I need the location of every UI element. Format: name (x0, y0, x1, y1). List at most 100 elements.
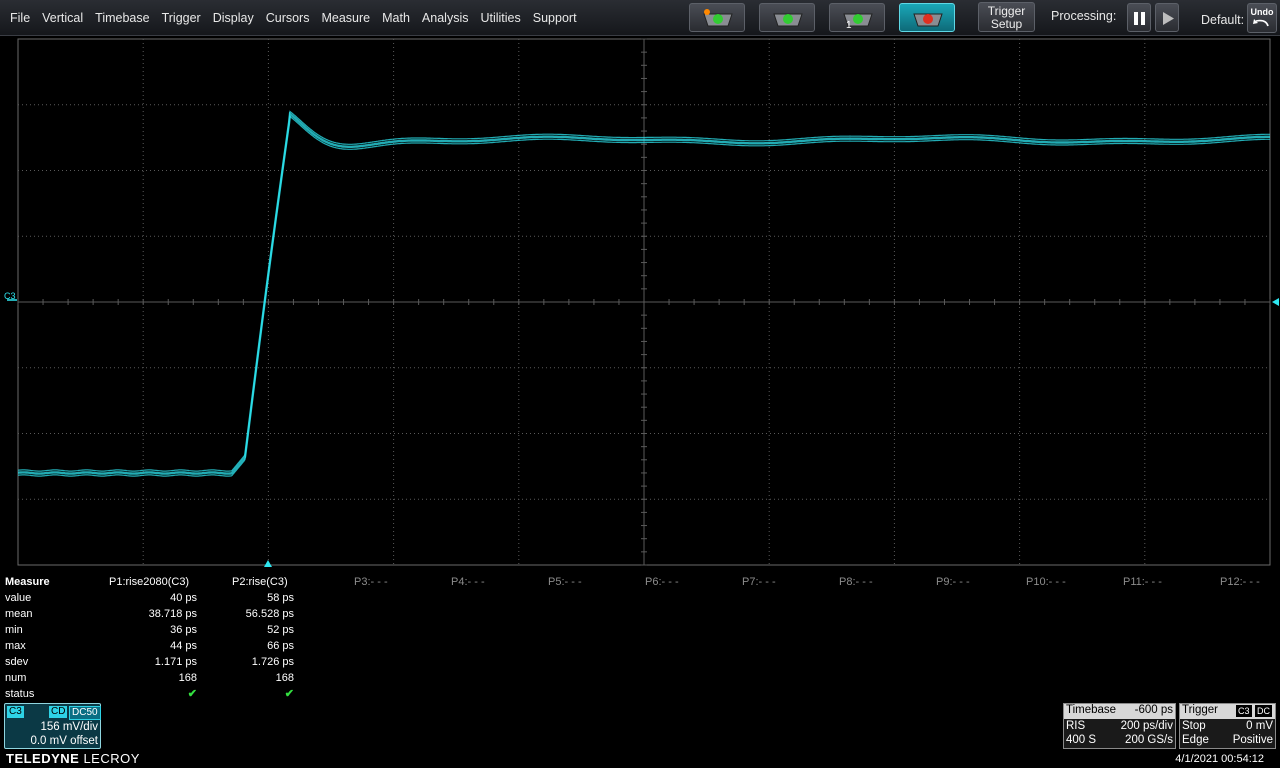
row-label-value: value (5, 592, 32, 604)
row-label-max: max (5, 640, 26, 652)
trigger-type: Edge (1182, 734, 1209, 746)
pause-icon (1134, 12, 1145, 25)
trigger-mode: Stop (1182, 720, 1206, 732)
row-label-status: status (5, 688, 35, 700)
p2-mean: 56.528 ps (245, 608, 294, 620)
menu-support[interactable]: Support (533, 11, 577, 25)
p1-value: 40 ps (170, 592, 197, 604)
p2-status-check-icon: ✔ (284, 688, 294, 700)
pause-button[interactable] (1127, 3, 1151, 32)
param-p11-name[interactable]: P11:- - - (1123, 574, 1162, 590)
trigger-single-icon: 1 (843, 13, 873, 31)
trigger-channel: C3 (1236, 705, 1252, 717)
undo-arrow-icon (1253, 19, 1269, 27)
channel-vdiv: 156 mV/div (40, 721, 98, 733)
menu-file[interactable]: File (10, 11, 30, 25)
menu-measure[interactable]: Measure (321, 11, 370, 25)
trigger-auto-button[interactable] (689, 3, 745, 32)
undo-label: Undo (1250, 7, 1274, 17)
trigger-slope: Positive (1232, 734, 1273, 746)
param-p10-name[interactable]: P10:- - - (1026, 574, 1066, 590)
default-label: Default: (1201, 13, 1245, 27)
trigger-normal-button[interactable] (759, 3, 815, 32)
waveform-display[interactable] (0, 36, 1280, 574)
p2-value: 58 ps (267, 592, 294, 604)
trigger-setup-button[interactable]: Trigger Setup (978, 2, 1035, 32)
param-p12-name[interactable]: P12:- - - (1220, 574, 1260, 590)
graticule (17, 38, 1271, 566)
p1-status-check-icon: ✔ (187, 688, 197, 700)
timebase-samples: 400 S (1066, 734, 1097, 746)
trigger-stop-icon (913, 13, 943, 27)
menu-bar: File Vertical Timebase Trigger Display C… (0, 0, 1280, 36)
row-label-sdev: sdev (5, 656, 29, 668)
timebase-label: Timebase (1066, 704, 1117, 716)
p1-mean: 38.718 ps (148, 608, 197, 620)
datetime: 4/1/2021 00:54:12 (1175, 753, 1264, 765)
param-p4-name[interactable]: P4:- - - (451, 574, 485, 590)
undo-button[interactable]: Undo (1247, 3, 1277, 33)
param-p9-name[interactable]: P9:- - - (936, 574, 970, 590)
channel-offset: 0.0 mV offset (30, 735, 98, 747)
timebase-tdiv: 200 ps/div (1120, 720, 1173, 732)
p1-num: 168 (178, 672, 197, 684)
brand-logo: TELEDYNE LECROY (6, 751, 140, 766)
brand-normal: LECROY (79, 751, 140, 766)
trigger-single-button[interactable]: 1 (829, 3, 885, 32)
trigger-position-marker[interactable] (264, 560, 272, 567)
timebase-descriptor[interactable]: Timebase -600 ps RIS 200 ps/div 400 S 20… (1063, 703, 1176, 749)
trigger-label: Trigger (1182, 704, 1218, 716)
trigger-level: 0 mV (1246, 720, 1273, 732)
trigger-auto-icon (703, 9, 733, 27)
p2-num: 168 (275, 672, 294, 684)
param-p3-name[interactable]: P3:- - - (354, 574, 388, 590)
trigger-stop-button[interactable] (899, 3, 955, 32)
p2-max: 66 ps (267, 640, 294, 652)
param-p6-name[interactable]: P6:- - - (645, 574, 679, 590)
main-menu: File Vertical Timebase Trigger Display C… (0, 0, 579, 36)
channel-descriptor-c3[interactable]: C3 CD DC50 156 mV/div 0.0 mV offset (4, 703, 101, 749)
channel-name: C3 (7, 706, 24, 718)
menu-vertical[interactable]: Vertical (42, 11, 83, 25)
p1-max: 44 ps (170, 640, 197, 652)
measure-header: Measure (5, 576, 50, 588)
menu-cursors[interactable]: Cursors (266, 11, 310, 25)
param-p7-name[interactable]: P7:- - - (742, 574, 776, 590)
play-button[interactable] (1155, 3, 1179, 32)
param-p5-name[interactable]: P5:- - - (548, 574, 582, 590)
p1-sdev: 1.171 ps (154, 656, 197, 668)
channel-coupling: CD (49, 706, 68, 718)
timebase-delay: -600 ps (1134, 704, 1173, 716)
p2-min: 52 ps (267, 624, 294, 636)
menu-trigger[interactable]: Trigger (162, 11, 201, 25)
menu-analysis[interactable]: Analysis (422, 11, 469, 25)
menu-utilities[interactable]: Utilities (480, 11, 520, 25)
play-icon (1163, 12, 1174, 25)
processing-label: Processing: (1051, 9, 1117, 23)
param-p8-name[interactable]: P8:- - - (839, 574, 873, 590)
row-label-num: num (5, 672, 27, 684)
brand-bold: TELEDYNE (6, 751, 80, 766)
trigger-level-marker[interactable] (1272, 298, 1279, 306)
trigger-normal-icon (773, 13, 803, 27)
param-p1-name[interactable]: P1:rise2080(C3) (109, 574, 189, 590)
trigger-coupling: DC (1255, 705, 1272, 717)
svg-text:1: 1 (846, 20, 852, 31)
channel-marker-label: C3 (4, 291, 16, 301)
row-label-mean: mean (5, 608, 33, 620)
param-p2-name[interactable]: P2:rise(C3) (232, 574, 288, 590)
row-label-min: min (5, 624, 23, 636)
menu-timebase[interactable]: Timebase (95, 11, 149, 25)
measurement-table: Measure P1:rise2080(C3) P2:rise(C3) P3:-… (0, 574, 1280, 700)
timebase-header: Timebase -600 ps (1064, 704, 1175, 719)
trigger-header: Trigger C3 DC (1180, 704, 1275, 719)
p2-sdev: 1.726 ps (251, 656, 294, 668)
timebase-mode: RIS (1066, 720, 1086, 732)
trigger-descriptor[interactable]: Trigger C3 DC Stop 0 mV Edge Positive (1179, 703, 1276, 749)
menu-math[interactable]: Math (382, 11, 410, 25)
menu-display[interactable]: Display (213, 11, 254, 25)
p1-min: 36 ps (170, 624, 197, 636)
trigger-setup-label-2: Setup (990, 17, 1023, 31)
channel-dc: DC50 (69, 706, 101, 720)
timebase-rate: 200 GS/s (1125, 734, 1173, 746)
